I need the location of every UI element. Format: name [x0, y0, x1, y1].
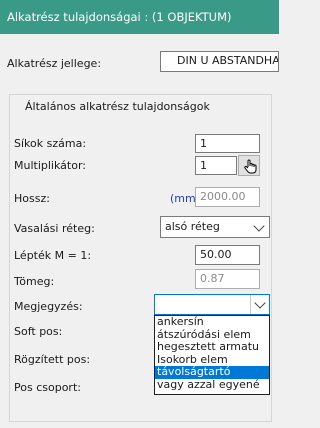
note-label: Megjegyzés:: [14, 300, 83, 313]
note-dropdown-list[interactable]: ankersín átszúródási elem hegesztett arm…: [154, 315, 270, 395]
weight-input: 0.87: [195, 269, 260, 289]
scale-input[interactable]: 50.00: [195, 245, 260, 265]
chevron-down-icon: [254, 297, 266, 309]
window-title: Alkatrész tulajdonságai : (1 OBJEKTUM): [0, 0, 279, 34]
weight-label: Tömeg:: [14, 275, 55, 288]
hand-pointer-icon: [244, 159, 257, 174]
rebar-layer-label: Vasalási réteg:: [14, 222, 95, 235]
general-properties-title: Általános alkatrész tulajdonságok: [22, 100, 213, 113]
multiplier-label: Multiplikátor:: [14, 159, 86, 172]
scale-label: Lépték M = 1:: [14, 249, 92, 262]
length-label: Hossz:: [14, 192, 50, 205]
planes-label: Síkok száma:: [14, 137, 87, 150]
length-input: 2000.00: [195, 187, 260, 207]
soft-pos-label: Soft pos:: [14, 325, 63, 338]
chevron-down-icon: [253, 220, 265, 232]
dropdown-option[interactable]: ankersín: [155, 316, 269, 329]
multiplier-input[interactable]: 1: [195, 156, 237, 175]
part-type-field[interactable]: DIN U ABSTANDHA: [160, 51, 279, 72]
rebar-layer-select[interactable]: alsó réteg: [160, 216, 270, 238]
dropdown-option[interactable]: vagy azzal egyené: [155, 378, 269, 392]
fixed-pos-label: Rögzített pos:: [14, 353, 91, 366]
pick-button[interactable]: [238, 155, 260, 176]
pos-group-label: Pos csoport:: [14, 381, 81, 394]
rebar-layer-value: alsó réteg: [165, 220, 220, 233]
note-select[interactable]: [154, 294, 270, 315]
part-type-label: Alkatrész jellege:: [7, 57, 102, 70]
planes-input[interactable]: 1: [195, 134, 260, 153]
dropdown-option[interactable]: hegesztett armatu: [155, 341, 269, 354]
note-dropdown-button[interactable]: [250, 295, 269, 314]
